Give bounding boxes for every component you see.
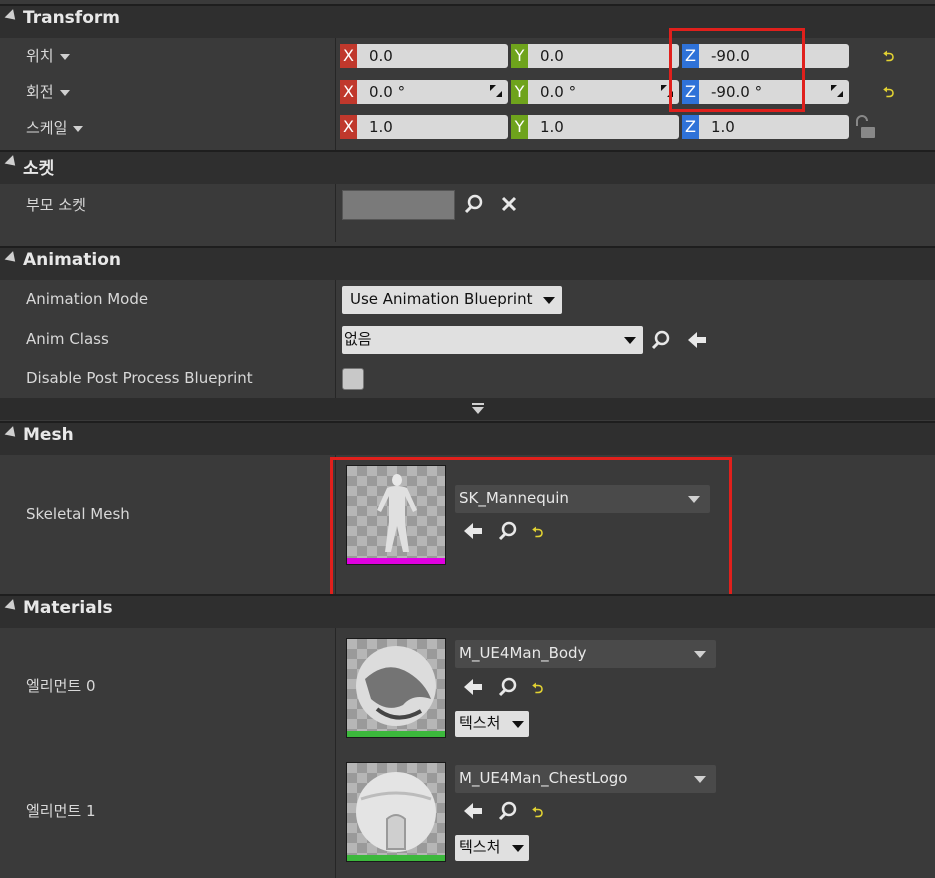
scale-label[interactable]: 스케일	[26, 117, 84, 138]
collapse-arrow-icon[interactable]	[4, 426, 20, 441]
material-1-combo[interactable]: M_UE4Man_ChestLogo	[455, 765, 716, 793]
scale-y-field[interactable]: 1.0	[528, 115, 679, 139]
rotation-y-axis: Y	[511, 80, 528, 104]
scale-x-field[interactable]: 1.0	[357, 115, 508, 139]
advanced-expander[interactable]	[0, 398, 935, 420]
material-1-thumbnail[interactable]	[346, 762, 446, 862]
parent-socket-field[interactable]	[342, 190, 455, 220]
scale-x-axis: X	[340, 115, 357, 139]
material-chest-icon	[347, 763, 445, 861]
use-selected-arrow-icon[interactable]	[462, 677, 484, 697]
unlock-icon[interactable]	[853, 114, 877, 140]
material-element-1-label: 엘리먼트 1	[26, 802, 96, 820]
category-title: Mesh	[23, 425, 74, 445]
location-y-axis: Y	[511, 44, 528, 68]
category-mesh[interactable]: Mesh	[0, 421, 935, 455]
use-selected-arrow-icon[interactable]	[686, 330, 708, 350]
category-title: Materials	[23, 598, 113, 618]
scale-y-axis: Y	[511, 115, 528, 139]
rotation-y-field[interactable]: 0.0 °	[528, 80, 679, 104]
anim-class-value: 없음	[344, 330, 372, 348]
drag-handle-icon[interactable]	[490, 85, 502, 97]
chevron-down-icon	[512, 721, 524, 728]
material-0-combo[interactable]: M_UE4Man_Body	[455, 640, 716, 668]
collapse-arrow-icon[interactable]	[4, 155, 20, 170]
material-element-0-label: 엘리먼트 0	[26, 677, 96, 695]
animation-mode-value: Use Animation Blueprint	[350, 290, 533, 308]
location-label[interactable]: 위치	[26, 45, 70, 66]
category-materials[interactable]: Materials	[0, 594, 935, 628]
animation-mode-dropdown[interactable]: Use Animation Blueprint	[342, 286, 562, 314]
browse-icon[interactable]	[497, 676, 519, 698]
clear-icon[interactable]	[500, 195, 518, 213]
location-x-field[interactable]: 0.0	[357, 44, 508, 68]
anim-class-dropdown[interactable]: 없음	[342, 326, 643, 354]
location-y-field[interactable]: 0.0	[528, 44, 679, 68]
highlight-box	[330, 457, 732, 599]
search-icon[interactable]	[463, 193, 485, 215]
material-0-value: M_UE4Man_Body	[459, 644, 587, 662]
material-0-texture-button[interactable]: 텍스처	[455, 711, 529, 737]
highlight-box	[669, 28, 805, 112]
rotation-x-axis: X	[340, 80, 357, 104]
collapse-arrow-icon[interactable]	[4, 599, 20, 614]
chevron-down-icon[interactable]	[59, 53, 70, 60]
rotation-x-field[interactable]: 0.0 °	[357, 80, 508, 104]
drag-handle-icon[interactable]	[831, 85, 843, 97]
column-divider	[335, 38, 336, 150]
skeletal-mesh-label: Skeletal Mesh	[26, 505, 130, 523]
chevron-down-icon[interactable]	[73, 125, 84, 132]
chevron-down-icon	[694, 651, 706, 658]
rotation-label[interactable]: 회전	[26, 81, 70, 102]
material-1-value: M_UE4Man_ChestLogo	[459, 769, 628, 787]
material-0-thumbnail[interactable]	[346, 638, 446, 738]
column-divider	[335, 628, 336, 878]
reset-to-default-icon[interactable]: ⮌	[532, 678, 543, 702]
column-divider	[335, 280, 336, 398]
rotation-y-value: 0.0 °	[540, 83, 577, 101]
material-1-texture-button[interactable]: 텍스처	[455, 835, 529, 861]
collapse-arrow-icon[interactable]	[4, 9, 20, 24]
chevron-down-icon	[543, 297, 555, 304]
expand-down-icon[interactable]	[471, 402, 485, 416]
category-socket[interactable]: 소켓	[0, 150, 935, 184]
reset-to-default-icon[interactable]: ⮌	[883, 46, 894, 70]
texture-button-label: 텍스처	[459, 838, 501, 856]
texture-button-label: 텍스처	[459, 714, 501, 732]
disable-pp-checkbox[interactable]	[342, 368, 364, 390]
scale-z-axis: Z	[682, 115, 699, 139]
disable-pp-label: Disable Post Process Blueprint	[26, 369, 253, 387]
parent-socket-label: 부모 소켓	[26, 196, 86, 214]
category-title: Animation	[23, 250, 122, 270]
reset-to-default-icon[interactable]: ⮌	[883, 82, 894, 106]
chevron-down-icon[interactable]	[59, 89, 70, 96]
animation-mode-label: Animation Mode	[26, 290, 149, 308]
column-divider	[335, 184, 336, 242]
location-x-axis: X	[340, 44, 357, 68]
chevron-down-icon	[694, 776, 706, 783]
search-icon[interactable]	[650, 329, 672, 351]
anim-class-label: Anim Class	[26, 330, 109, 348]
chevron-down-icon	[624, 337, 636, 344]
reset-to-default-icon[interactable]: ⮌	[532, 802, 543, 826]
category-animation[interactable]: Animation	[0, 246, 935, 280]
browse-icon[interactable]	[497, 800, 519, 822]
rotation-x-value: 0.0 °	[369, 83, 406, 101]
scale-z-field[interactable]: 1.0	[699, 115, 849, 139]
use-selected-arrow-icon[interactable]	[462, 801, 484, 821]
chevron-down-icon	[512, 845, 524, 852]
category-title: 소켓	[23, 159, 55, 179]
collapse-arrow-icon[interactable]	[4, 251, 20, 266]
material-sphere-icon	[347, 639, 445, 737]
category-title: Transform	[23, 8, 120, 28]
